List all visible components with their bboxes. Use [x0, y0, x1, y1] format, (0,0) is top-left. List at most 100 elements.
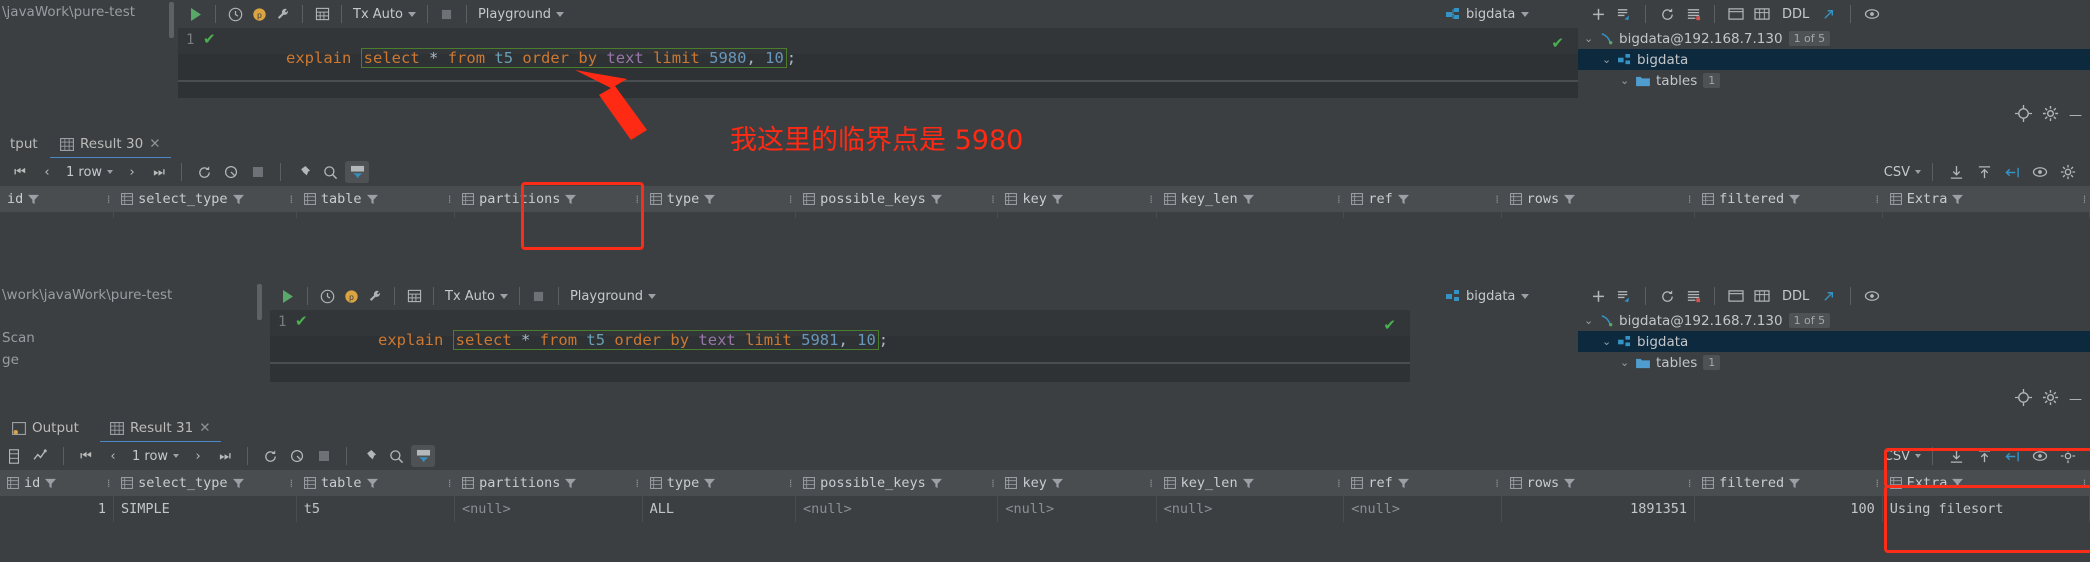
gear-icon[interactable] [2056, 445, 2080, 467]
column-filter-icon[interactable] [565, 478, 577, 489]
first-page-icon[interactable]: ⏮ [8, 161, 32, 183]
column-filter-icon[interactable] [565, 194, 577, 205]
column-header-table[interactable]: table [297, 470, 444, 496]
panel1-grid-row[interactable]: 1SIMPLEt5 <null> index <null> ix_test302 <nul… [0, 212, 2090, 218]
sql-statement[interactable]: explain select * from t5 order by text l… [322, 313, 888, 367]
column-resize-handle[interactable]: ⁞ [1871, 186, 1883, 212]
tree-connection-row[interactable]: ⌄ bigdata@192.168.7.130 1 of 5 [1578, 28, 2090, 49]
column-filter-icon[interactable] [366, 194, 378, 205]
prev-page-icon[interactable]: ‹ [101, 445, 125, 467]
reload-icon[interactable] [258, 445, 282, 467]
grid-icon[interactable] [402, 285, 426, 307]
settings-target-icon[interactable] [2011, 102, 2035, 124]
project-scrollbar[interactable] [169, 2, 174, 38]
wrench-icon[interactable] [363, 285, 387, 307]
panel1-datasource-selector[interactable]: bigdata [1440, 0, 1576, 28]
preview-eye-icon[interactable] [1860, 285, 1884, 307]
preview-eye-icon[interactable] [1860, 3, 1884, 25]
search-icon[interactable] [318, 161, 342, 183]
cell-id[interactable]: 1 [0, 496, 115, 522]
chevron-down-icon[interactable]: ⌄ [1602, 335, 1612, 348]
cell-ref[interactable]: <null> [1344, 496, 1503, 522]
value-preview-icon[interactable] [2028, 445, 2052, 467]
column-resize-handle[interactable]: ⁞ [444, 470, 456, 496]
p-profile-icon[interactable]: p [247, 3, 271, 25]
last-page-icon[interactable]: ⏭ [213, 445, 237, 467]
column-resize-handle[interactable]: ⁞ [785, 186, 797, 212]
cell-table[interactable]: t5 [297, 496, 455, 522]
column-header-filtered[interactable]: filtered [1695, 186, 1872, 212]
column-header-partitions[interactable]: partitions [455, 470, 632, 496]
stop-icon[interactable] [435, 3, 459, 25]
cell-filtered[interactable]: 100 [1695, 496, 1883, 522]
column-resize-handle[interactable]: ⁞ [285, 186, 297, 212]
column-filter-icon[interactable] [232, 478, 244, 489]
settings-target-icon[interactable] [2011, 386, 2035, 408]
column-header-possible_keys[interactable]: possible_keys [796, 470, 987, 496]
column-filter-icon[interactable] [28, 194, 40, 205]
cell-partitions[interactable]: <null> [455, 212, 643, 218]
import-icon[interactable] [1944, 445, 1968, 467]
chevron-down-icon[interactable]: ⌄ [1620, 356, 1630, 369]
column-header-select_type[interactable]: select_type [114, 186, 286, 212]
close-icon[interactable]: ✕ [149, 136, 160, 152]
grid-icon[interactable] [310, 3, 334, 25]
column-header-key[interactable]: key [998, 186, 1145, 212]
execute-query-icon[interactable] [285, 445, 309, 467]
gear-icon[interactable] [2038, 386, 2062, 408]
add-icon[interactable] [1586, 285, 1610, 307]
cell-key[interactable]: ix_test [998, 212, 1157, 218]
column-filter-icon[interactable] [930, 194, 942, 205]
column-header-table[interactable]: table [297, 186, 444, 212]
column-header-rows[interactable]: rows [1503, 186, 1685, 212]
cell-select_type[interactable]: SIMPLE [114, 496, 297, 522]
minimize-icon[interactable]: — [2069, 108, 2082, 123]
chevron-down-icon[interactable]: ⌄ [1620, 74, 1630, 87]
column-resize-handle[interactable]: ⁞ [103, 186, 115, 212]
column-header-key_len[interactable]: key_len [1157, 186, 1334, 212]
column-resize-handle[interactable]: ⁞ [987, 186, 999, 212]
cell-partitions[interactable]: <null> [455, 496, 643, 522]
row-count-dropdown[interactable]: 1 row [66, 165, 114, 180]
column-filter-icon[interactable] [1242, 478, 1254, 489]
column-resize-handle[interactable]: ⁞ [1684, 186, 1696, 212]
column-resize-handle[interactable]: ⁞ [631, 186, 643, 212]
gear-icon[interactable] [2038, 102, 2062, 124]
data-sources-icon[interactable] [1681, 3, 1705, 25]
tree-tables-row[interactable]: ⌄ tables 1 [1578, 70, 2090, 91]
ddl-button[interactable]: DDL [1782, 7, 1809, 22]
column-header-id[interactable]: id [0, 186, 103, 212]
column-header-key[interactable]: key [998, 470, 1145, 496]
panel2-sql-editor[interactable]: 1 ✔ explain select * from t5 order by te… [270, 310, 1410, 382]
column-header-extra[interactable]: Extra [1883, 186, 2079, 212]
schema-dropdown[interactable]: Playground [570, 289, 657, 304]
column-filter-icon[interactable] [1397, 478, 1409, 489]
export-format-dropdown[interactable]: CSV [1884, 165, 1921, 180]
row-count-dropdown[interactable]: 1 row [132, 449, 180, 464]
column-filter-icon[interactable] [1397, 194, 1409, 205]
import-icon[interactable] [1944, 161, 1968, 183]
column-filter-icon[interactable] [1564, 194, 1576, 205]
column-filter-icon[interactable] [1952, 478, 1964, 489]
column-filter-icon[interactable] [366, 478, 378, 489]
column-resize-handle[interactable]: ⁞ [1333, 470, 1345, 496]
column-filter-icon[interactable] [704, 478, 716, 489]
cell-possible_keys[interactable]: <null> [796, 212, 999, 218]
export-icon[interactable] [1972, 445, 1996, 467]
history-icon[interactable] [315, 285, 339, 307]
first-page-icon[interactable]: ⏮ [74, 445, 98, 467]
cell-extra[interactable]: <null> [1883, 212, 2090, 218]
chevron-down-icon[interactable]: ⌄ [1584, 314, 1594, 327]
cell-id[interactable]: 1 [0, 212, 115, 218]
history-icon[interactable] [223, 3, 247, 25]
cell-ref[interactable]: <null> [1344, 212, 1503, 218]
cell-type[interactable]: ALL [643, 496, 796, 522]
column-filter-icon[interactable] [1789, 478, 1801, 489]
reload-icon[interactable] [192, 161, 216, 183]
refresh-icon[interactable] [1655, 285, 1679, 307]
column-header-ref[interactable]: ref [1344, 470, 1491, 496]
next-page-icon[interactable]: › [120, 161, 144, 183]
filter-icon[interactable] [411, 445, 436, 467]
column-filter-icon[interactable] [1051, 478, 1063, 489]
collapse-icon[interactable] [2000, 161, 2024, 183]
